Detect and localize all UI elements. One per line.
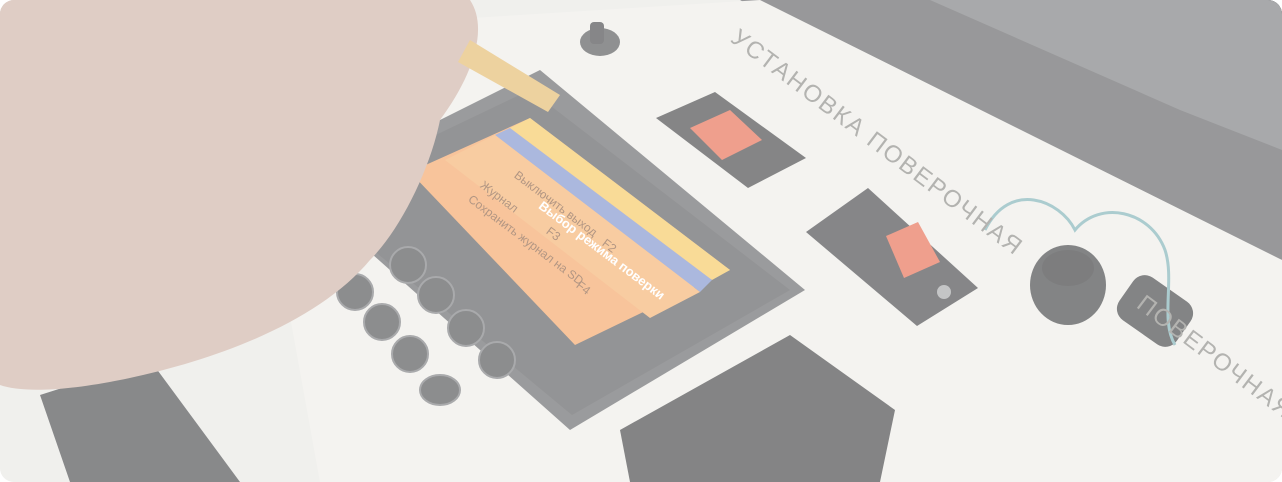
- photo-frame: Выбор режима поверки Выключить выход F2 …: [0, 0, 1282, 482]
- fade-overlay: [0, 0, 1282, 482]
